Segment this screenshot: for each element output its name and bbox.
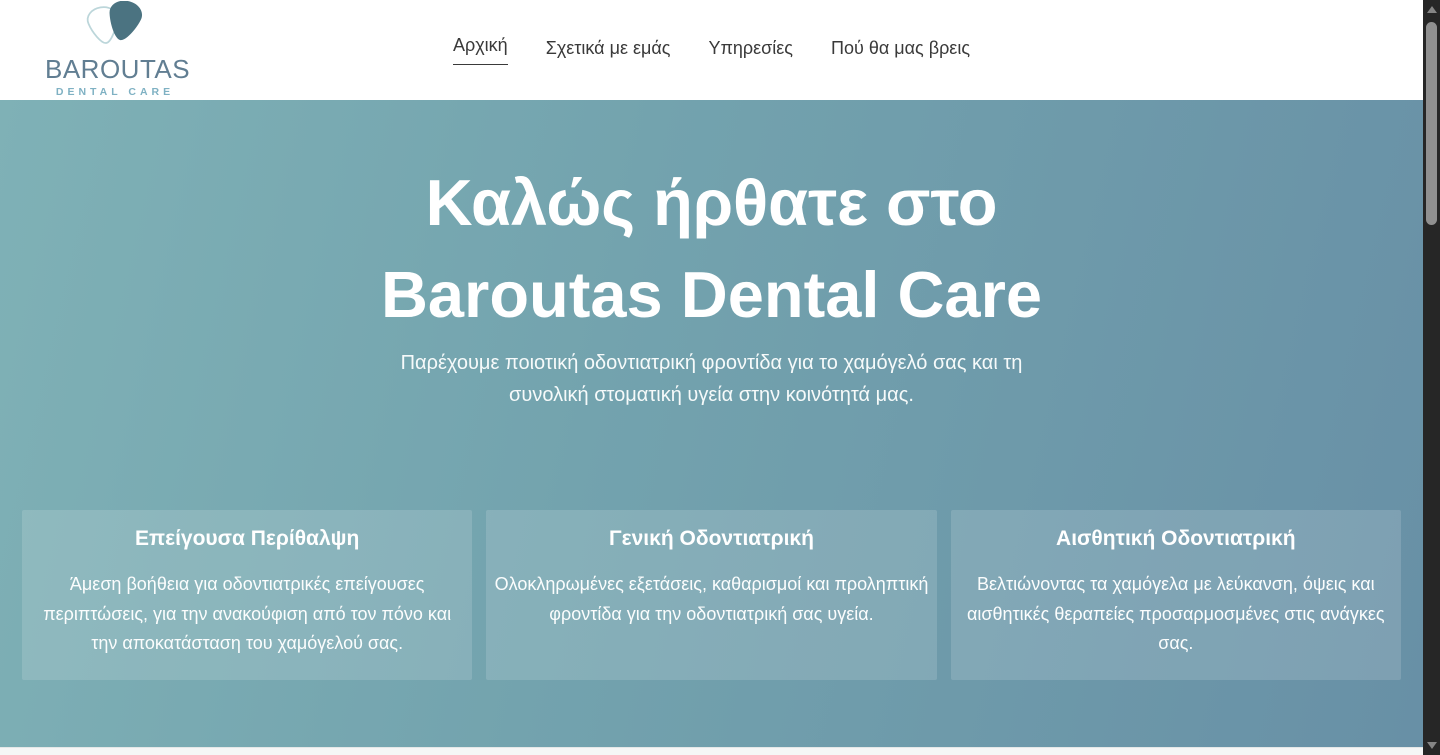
service-card-general: Γενική Οδοντιατρική Ολοκληρωμένες εξετάσ… xyxy=(486,510,937,681)
nav-link-services[interactable]: Υπηρεσίες xyxy=(708,38,793,62)
main-nav: Αρχική Σχετικά με εμάς Υπηρεσίες Πού θα … xyxy=(0,0,1423,100)
hero-subtitle: Παρέχουμε ποιοτική οδοντιατρική φροντίδα… xyxy=(400,352,1023,407)
nav-link-find-us[interactable]: Πού θα μας βρεις xyxy=(831,38,970,62)
card-title: Γενική Οδοντιατρική xyxy=(609,527,814,551)
hero-title-line2: Baroutas Dental Care xyxy=(380,257,1043,331)
brand-logo[interactable]: BAROUTAS DENTAL CARE xyxy=(45,1,191,99)
card-body: Ολοκληρωμένες εξετάσεις, καθαρισμοί και … xyxy=(494,574,929,624)
scrollbar-thumb[interactable] xyxy=(1426,22,1437,225)
scrollbar-up-arrow-icon[interactable] xyxy=(1426,6,1437,13)
nav-link-about[interactable]: Σχετικά με εμάς xyxy=(546,38,671,62)
next-section-edge xyxy=(0,747,1423,755)
brand-name: BAROUTAS xyxy=(45,54,191,84)
site-header: BAROUTAS DENTAL CARE Αρχική Σχετικά με ε… xyxy=(0,0,1423,100)
hero-title-line1: Καλώς ήρθατε στο xyxy=(425,166,998,239)
scrollbar-down-arrow-icon[interactable] xyxy=(1426,742,1437,749)
service-card-cosmetic: Αισθητική Οδοντιατρική Βελτιώνοντας τα χ… xyxy=(950,510,1401,681)
card-title: Αισθητική Οδοντιατρική xyxy=(1056,527,1296,551)
service-cards-row: Επείγουσα Περίθαλψη Άμεση βοήθεια για οδ… xyxy=(0,510,1423,681)
scrollbar[interactable] xyxy=(1423,0,1440,755)
card-body: Βελτιώνοντας τα χαμόγελα με λεύκανση, όψ… xyxy=(967,574,1385,654)
tooth-logo-icon xyxy=(86,1,143,44)
hero-section: Καλώς ήρθατε στο Baroutas Dental Care Πα… xyxy=(0,100,1423,747)
card-body: Άμεση βοήθεια για οδοντιατρικές επείγουσ… xyxy=(43,574,452,654)
brand-tagline: DENTAL CARE xyxy=(55,86,175,99)
hero-title: Καλώς ήρθατε στο Baroutas Dental Care xyxy=(0,100,1423,340)
card-title: Επείγουσα Περίθαλψη xyxy=(135,527,360,551)
service-card-emergency: Επείγουσα Περίθαλψη Άμεση βοήθεια για οδ… xyxy=(22,510,473,681)
page: BAROUTAS DENTAL CARE Αρχική Σχετικά με ε… xyxy=(0,0,1423,755)
nav-link-home[interactable]: Αρχική xyxy=(452,35,508,66)
